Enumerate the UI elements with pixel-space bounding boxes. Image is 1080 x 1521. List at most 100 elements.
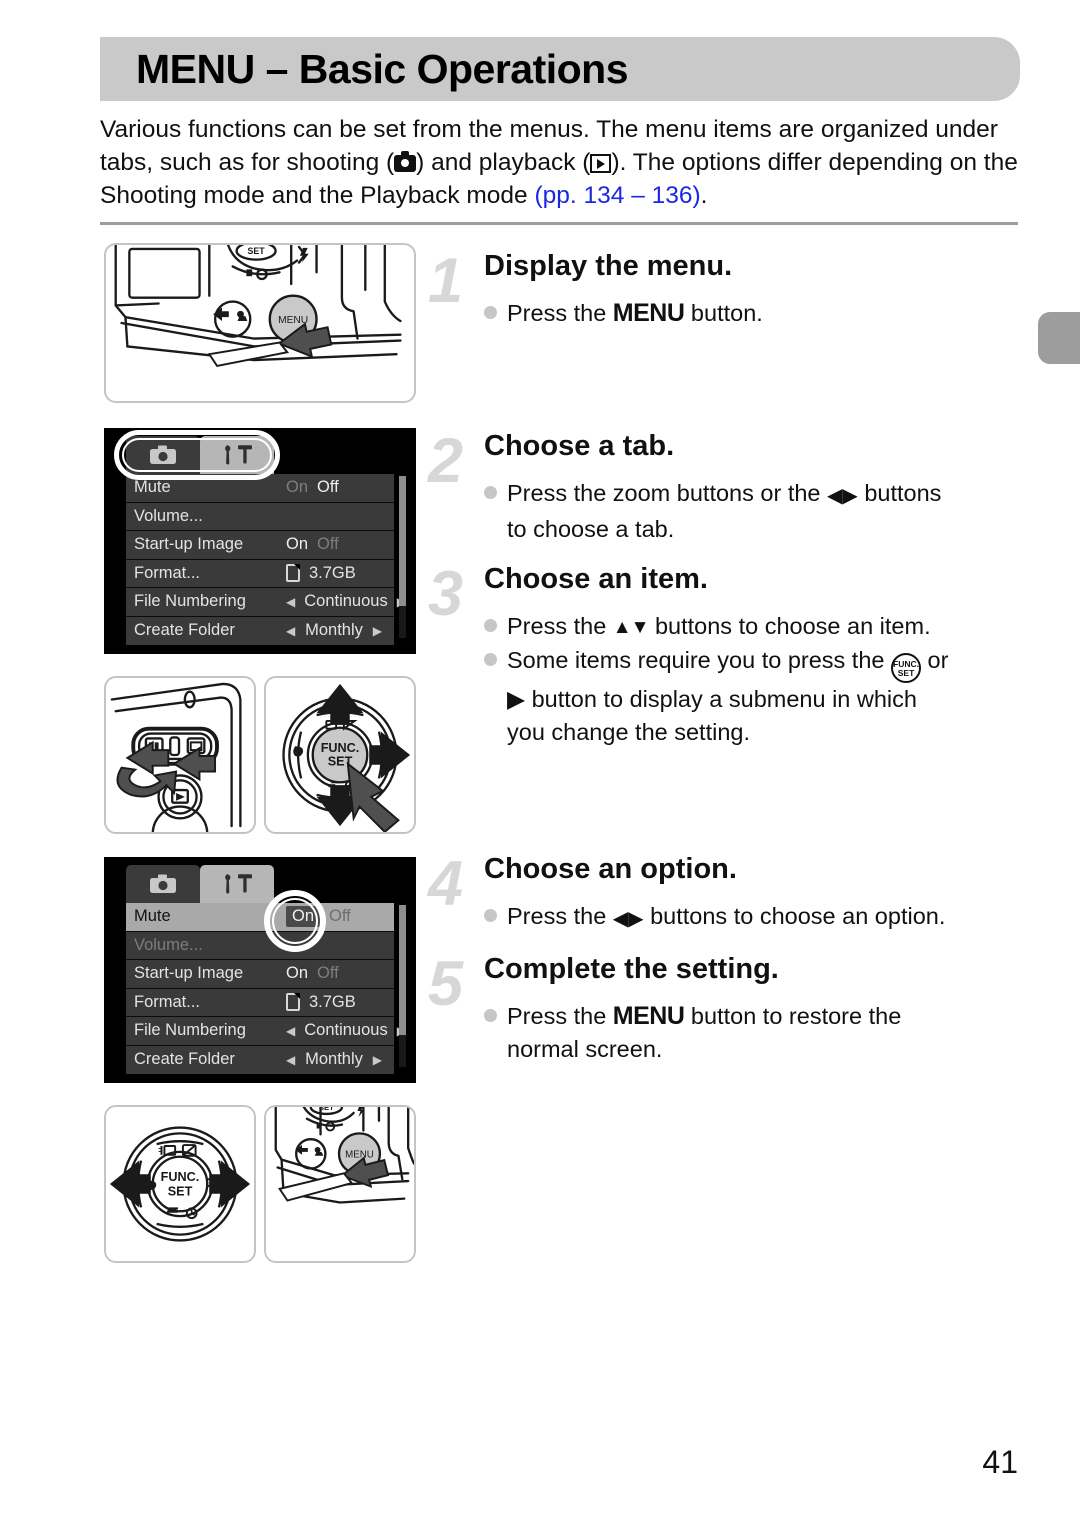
list-item: Press the MENU button to restore the [484,1000,1029,1033]
menu-row-value: 3.7GB [286,564,390,583]
illustration-camera-back-menu-button-2: SET MENU [264,1105,416,1263]
illustration-zoom-lever [104,676,256,834]
page-reference-link[interactable]: (pp. 134 – 136) [534,182,700,209]
wrench-hammer-icon [225,445,252,465]
bullet-icon [484,486,497,499]
menu-row-value: ◀ Monthly ▶ [286,1050,390,1069]
table-row[interactable]: Create Folder ◀ Monthly ▶ [126,1045,394,1074]
menu-tab-bar [126,865,274,903]
menu-scrollbar-thumb[interactable] [399,476,406,606]
list-item: Press the MENU button. [484,297,1024,330]
menu-row-label: Create Folder [134,621,235,640]
step-title-2: Choose a tab. [484,430,675,462]
step-body-2: Press the zoom buttons or the ◀▶ buttons… [484,477,1029,546]
table-row[interactable]: Format... 3.7GB [126,988,394,1017]
option-on[interactable]: On [286,478,308,497]
menu-row-setting: Monthly [305,1050,363,1069]
svg-text:FUNC.: FUNC. [321,741,360,755]
right-arrow-icon[interactable]: ▶ [373,624,382,638]
table-row[interactable]: Mute On Off [126,903,394,932]
menu-row-value: ◀ Continuous ▶ [286,592,414,611]
table-row[interactable]: Start-up Image On Off [126,960,394,989]
step-text: buttons [857,480,942,506]
table-row[interactable]: Start-up Image On Off [126,531,394,560]
svg-text:SET: SET [319,1107,334,1112]
step-text: buttons to choose an option. [643,903,946,929]
step-number-3: 3 [428,559,464,629]
menu-row-value: On Off [286,535,390,554]
menu-row-value: On Off [286,964,390,983]
right-arrow-icon[interactable]: ▶ [373,1053,382,1067]
step-number-4: 4 [428,849,464,919]
step-text: Press the [507,300,613,326]
menu-row-value: ◀ Continuous ▶ [286,1021,414,1040]
memory-card-icon [286,993,300,1012]
table-row[interactable]: Create Folder ◀ Monthly ▶ [126,616,394,645]
page-title: MENU – Basic Operations [136,46,629,92]
memory-card-icon [286,564,300,583]
step-text: Press the [507,903,613,929]
bullet-icon [484,653,497,666]
option-off[interactable]: Off [317,535,339,554]
table-row[interactable]: File Numbering ◀ Continuous ▶ [126,1017,406,1046]
menu-row-setting: Continuous [304,1021,388,1040]
menu-row-label: File Numbering [134,1021,246,1040]
step-text: Press the [507,1003,613,1029]
left-arrow-icon[interactable]: ◀ [286,595,295,609]
menu-scrollbar[interactable] [399,476,406,638]
menu-screenshot-option-selected: Mute On Off Volume... Start-up Image On … [104,857,416,1083]
menu-row-list: Mute On Off Volume... Start-up Image On … [126,903,406,1074]
camera-icon [150,874,176,893]
option-on[interactable]: On [286,535,308,554]
left-arrow-icon[interactable]: ◀ [286,624,295,638]
table-row[interactable]: Volume... [126,931,394,960]
step-text: Press the [507,613,613,639]
intro-text-period: . [700,182,708,209]
step-body-1: Press the MENU button. [484,297,1024,330]
list-item: Press the zoom buttons or the ◀▶ buttons [484,477,1029,513]
left-right-arrows-icon: ◀▶ [612,908,644,930]
list-item: Press the ◀▶ buttons to choose an option… [484,900,1029,936]
menu-tab-settings[interactable] [200,865,274,903]
menu-keyword: MENU [612,299,685,327]
left-arrow-icon[interactable]: ◀ [286,1053,295,1067]
option-off[interactable]: Off [317,964,339,983]
step-body-5: Press the MENU button to restore the nor… [484,1000,1029,1066]
table-row[interactable]: Mute On Off [126,474,394,503]
menu-row-value: 3.7GB [286,993,390,1012]
step-text: Press the zoom buttons or the [507,480,828,506]
option-off[interactable]: Off [329,907,351,926]
menu-scrollbar[interactable] [399,905,406,1067]
menu-tab-shooting[interactable] [126,865,200,903]
card-capacity: 3.7GB [309,563,356,582]
menu-row-label: Mute [134,478,171,497]
menu-tab-settings[interactable] [200,436,274,474]
option-on[interactable]: On [286,906,321,928]
option-on[interactable]: On [286,964,308,983]
intro-text-part2: ) and playback ( [416,149,591,176]
svg-text:FUNC.: FUNC. [161,1170,200,1184]
menu-row-label: File Numbering [134,592,246,611]
step-body-3: Press the ▲▼ buttons to choose an item. … [484,610,1029,749]
bullet-icon [484,909,497,922]
step-text-continued: normal screen. [507,1036,663,1062]
menu-scrollbar-thumb[interactable] [399,905,406,1035]
left-right-arrows-icon: ◀▶ [827,485,858,507]
step-text-continued: to choose a tab. [507,516,675,542]
menu-screenshot-tabs: Mute On Off Volume... Start-up Image On … [104,428,416,654]
table-row[interactable]: File Numbering ◀ Continuous ▶ [126,588,406,617]
svg-text:MENU: MENU [345,1150,374,1161]
table-row[interactable]: Volume... [126,502,394,531]
illustration-camera-back-menu-button: SET MENU [104,243,416,403]
step-body-4: Press the ◀▶ buttons to choose an option… [484,900,1029,936]
menu-row-setting: Monthly [305,621,363,640]
option-off[interactable]: Off [317,478,339,497]
step-title-1: Display the menu. [484,250,733,282]
table-row[interactable]: Format... 3.7GB [126,559,394,588]
menu-tab-bar [126,436,274,474]
menu-tab-shooting[interactable] [126,436,200,474]
menu-keyword: MENU [612,1002,685,1030]
section-divider [100,222,1018,225]
step-text: button to restore the [684,1003,902,1029]
left-arrow-icon[interactable]: ◀ [286,1024,295,1038]
